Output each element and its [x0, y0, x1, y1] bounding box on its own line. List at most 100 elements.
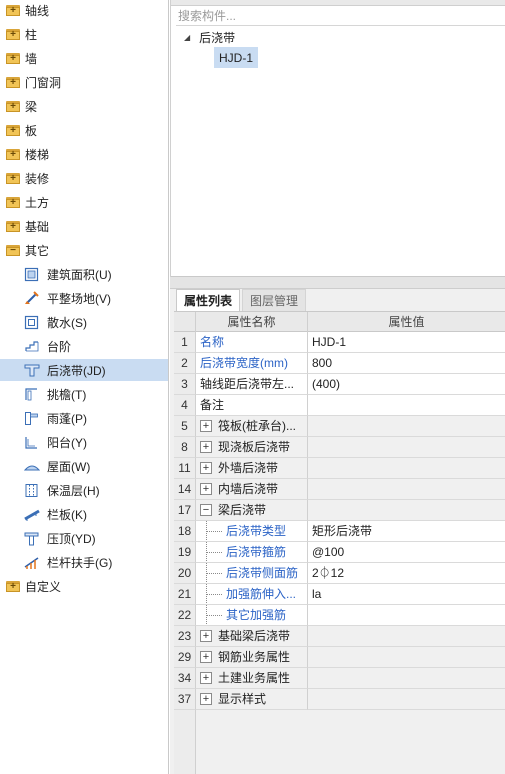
property-value-cell[interactable]: [308, 437, 505, 458]
property-value-cell[interactable]: [308, 458, 505, 479]
tree-item-roof[interactable]: 屋面(W): [0, 455, 168, 477]
tab-layer-management[interactable]: 图层管理: [242, 289, 307, 311]
tree-folder[interactable]: + 土方: [0, 191, 168, 213]
search-input[interactable]: [176, 7, 505, 26]
tree-item-canopy[interactable]: 雨蓬(P): [0, 407, 168, 429]
expanded-triangle-icon[interactable]: ◢: [184, 33, 190, 42]
tree-folder[interactable]: + 门窗洞: [0, 71, 168, 93]
folder-expand-icon[interactable]: +: [6, 580, 20, 592]
expand-icon[interactable]: +: [200, 693, 212, 705]
tree-item-building-area[interactable]: 建筑面积(U): [0, 263, 168, 285]
property-name: 后浇带侧面筋: [226, 566, 299, 580]
tree-folder-label: 楼梯: [25, 147, 50, 162]
folder-collapse-icon[interactable]: −: [6, 244, 20, 256]
tree-item-site-leveling[interactable]: 平整场地(V): [0, 287, 168, 309]
property-value-cell[interactable]: [308, 395, 505, 416]
property-group-label: 内墙后浇带: [218, 482, 279, 496]
expand-icon[interactable]: +: [200, 672, 212, 684]
property-group-row[interactable]: 29 + 钢筋业务属性: [174, 647, 505, 668]
property-row[interactable]: 18 后浇带类型 矩形后浇带: [174, 521, 505, 542]
property-group-row[interactable]: 8 + 现浇板后浇带: [174, 437, 505, 458]
tree-item-railing[interactable]: 栏杆扶手(G): [0, 551, 168, 573]
row-number: 2: [174, 353, 196, 374]
property-value-cell[interactable]: [308, 689, 505, 710]
property-value-cell[interactable]: la: [308, 584, 505, 605]
expand-icon[interactable]: +: [200, 441, 212, 453]
property-group-row[interactable]: 23 + 基础梁后浇带: [174, 626, 505, 647]
folder-expand-icon[interactable]: +: [6, 100, 20, 112]
tree-folder[interactable]: + 楼梯: [0, 143, 168, 165]
property-value-cell[interactable]: 矩形后浇带: [308, 521, 505, 542]
tree-item-balcony[interactable]: 阳台(Y): [0, 431, 168, 453]
property-value-cell[interactable]: (400): [308, 374, 505, 395]
expand-icon[interactable]: +: [200, 462, 212, 474]
row-number: 37: [174, 689, 196, 710]
folder-expand-icon[interactable]: +: [6, 148, 20, 160]
expand-icon[interactable]: +: [200, 483, 212, 495]
property-row[interactable]: 2 后浇带宽度(mm) 800: [174, 353, 505, 374]
property-name: 名称: [200, 335, 225, 349]
tree-item-cornice[interactable]: 挑檐(T): [0, 383, 168, 405]
tree-folder[interactable]: + 柱: [0, 23, 168, 45]
tree-folder[interactable]: + 墙: [0, 47, 168, 69]
folder-expand-icon[interactable]: +: [6, 4, 20, 16]
property-group-row[interactable]: 5 + 筏板(桩承台)...: [174, 416, 505, 437]
grid-header: 属性名称 属性值: [174, 311, 505, 332]
property-value-cell[interactable]: [308, 668, 505, 689]
folder-expand-icon[interactable]: +: [6, 52, 20, 64]
tree-item-parapet[interactable]: 栏板(K): [0, 503, 168, 525]
tab-property-list[interactable]: 属性列表: [176, 289, 241, 311]
tree-item-apron[interactable]: 散水(S): [0, 311, 168, 333]
component-group-node[interactable]: ◢ 后浇带: [184, 28, 235, 46]
tree-folder[interactable]: + 板: [0, 119, 168, 141]
collapse-icon[interactable]: −: [200, 504, 212, 516]
folder-expand-icon[interactable]: +: [6, 76, 20, 88]
panel-splitter[interactable]: [170, 277, 505, 289]
tree-folder[interactable]: + 装修: [0, 167, 168, 189]
property-value-cell[interactable]: [308, 626, 505, 647]
folder-expand-icon[interactable]: +: [6, 196, 20, 208]
property-group-row[interactable]: 37 + 显示样式: [174, 689, 505, 710]
property-value-cell[interactable]: 800: [308, 353, 505, 374]
tree-item-insulation[interactable]: 保温层(H): [0, 479, 168, 501]
folder-expand-icon[interactable]: +: [6, 124, 20, 136]
property-value-cell[interactable]: [308, 416, 505, 437]
property-value-cell[interactable]: @100: [308, 542, 505, 563]
tree-item-steps[interactable]: 台阶: [0, 335, 168, 357]
property-value-cell[interactable]: [308, 500, 505, 521]
row-number: 4: [174, 395, 196, 416]
property-row[interactable]: 19 后浇带箍筋 @100: [174, 542, 505, 563]
tree-item-coping[interactable]: 压顶(YD): [0, 527, 168, 549]
folder-expand-icon[interactable]: +: [6, 28, 20, 40]
property-group-row[interactable]: 34 + 土建业务属性: [174, 668, 505, 689]
tree-folder[interactable]: + 梁: [0, 95, 168, 117]
property-group-row[interactable]: 14 + 内墙后浇带: [174, 479, 505, 500]
property-group-row[interactable]: 11 + 外墙后浇带: [174, 458, 505, 479]
property-row[interactable]: 22 其它加强筋: [174, 605, 505, 626]
property-row[interactable]: 3 轴线距后浇带左... (400): [174, 374, 505, 395]
tree-folder[interactable]: + 基础: [0, 215, 168, 237]
property-value-cell[interactable]: [308, 647, 505, 668]
property-value-cell[interactable]: [308, 605, 505, 626]
expand-icon[interactable]: +: [200, 651, 212, 663]
property-value-cell[interactable]: HJD-1: [308, 332, 505, 353]
property-row[interactable]: 21 加强筋伸入... la: [174, 584, 505, 605]
expand-icon[interactable]: +: [200, 630, 212, 642]
tree-item-label: 后浇带(JD): [47, 363, 106, 378]
expand-icon[interactable]: +: [200, 420, 212, 432]
tree-folder[interactable]: + 轴线: [0, 0, 168, 21]
property-group-row[interactable]: 17− 梁后浇带: [174, 500, 505, 521]
component-item-hjd-1[interactable]: HJD-1: [214, 47, 259, 68]
tree-folder[interactable]: − 其它: [0, 239, 168, 261]
tree-item-post-cast-strip[interactable]: 后浇带(JD): [0, 359, 168, 381]
property-value-cell[interactable]: [308, 479, 505, 500]
folder-expand-icon[interactable]: +: [6, 172, 20, 184]
property-row[interactable]: 1 名称 HJD-1: [174, 332, 505, 353]
property-value-cell[interactable]: 2⏀12: [308, 563, 505, 584]
property-group-label: 现浇板后浇带: [218, 440, 291, 454]
property-row[interactable]: 20 后浇带侧面筋 2⏀12: [174, 563, 505, 584]
folder-expand-icon[interactable]: +: [6, 220, 20, 232]
property-name-cell: 后浇带宽度(mm): [196, 353, 308, 374]
tree-folder[interactable]: + 自定义: [0, 575, 168, 597]
property-row[interactable]: 4 备注: [174, 395, 505, 416]
